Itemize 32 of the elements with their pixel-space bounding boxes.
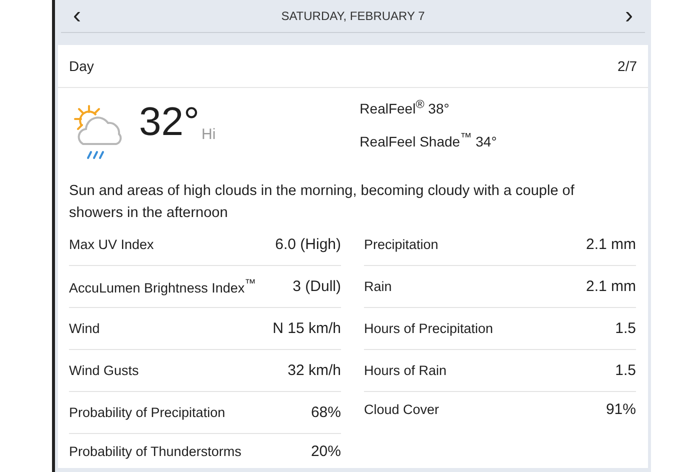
- detail-value: 3 (Dull): [292, 278, 341, 295]
- forecast-description: Sun and areas of high clouds in the morning, becoming cloudy with a couple of showers in the afternoon: [69, 182, 576, 223]
- detail-label: Precipitation: [364, 237, 438, 252]
- detail-label: Probability of Thunderstorms: [69, 444, 242, 458]
- detail-label: Wind Gusts: [69, 363, 139, 378]
- detail-label: Probability of Precipitation: [69, 405, 226, 420]
- detail-label: Hours of Precipitation: [364, 321, 494, 336]
- detail-value: N 15 km/h: [272, 320, 341, 337]
- detail-label: Rain: [364, 279, 392, 294]
- detail-value: 1.5: [615, 320, 636, 337]
- page-indicator: 2/7: [618, 58, 637, 74]
- detail-value: 2.1 mm: [586, 236, 636, 253]
- detail-label: Wind: [69, 321, 100, 336]
- detail-value: 20%: [310, 442, 341, 460]
- detail-value: 68%: [310, 404, 341, 421]
- detail-value: 32 km/h: [288, 362, 341, 379]
- card-label: Day: [69, 58, 94, 74]
- realfeel-text: RealFeel$^{®}$ 38°: [360, 98, 450, 117]
- detail-label: AccuLumen Brightness Index$^{™}$: [69, 278, 256, 296]
- next-day-button[interactable]: ›: [620, 4, 637, 28]
- high-label: Hi: [202, 126, 216, 143]
- detail-label: Max UV Index: [69, 237, 154, 252]
- date-title: SATURDAY, FEBRUARY 7: [281, 9, 425, 23]
- detail-label: Hours of Rain: [364, 363, 447, 378]
- detail-value: 2.1 mm: [586, 278, 636, 295]
- temperature: 32°: [139, 100, 200, 144]
- detail-value: 91%: [606, 400, 636, 418]
- realfeel-text: RealFeel Shade$^{™}$ 34°: [360, 130, 497, 150]
- detail-value: 1.5: [615, 362, 636, 379]
- detail-label: Cloud Cover: [364, 402, 440, 416]
- previous-day-button[interactable]: ‹: [69, 4, 85, 28]
- detail-value: 6.0 (High): [275, 236, 341, 253]
